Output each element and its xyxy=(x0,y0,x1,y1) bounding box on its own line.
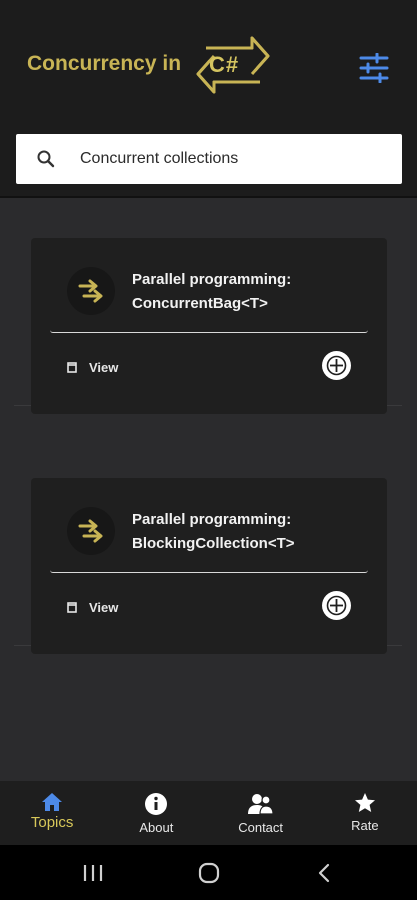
card-divider xyxy=(50,330,368,333)
add-button[interactable] xyxy=(322,591,351,620)
contact-icon xyxy=(247,794,274,815)
back-icon[interactable] xyxy=(317,863,331,883)
filter-settings-button[interactable] xyxy=(358,52,390,84)
topic-title: Parallel programming: ConcurrentBag<T> xyxy=(132,268,372,316)
nav-label-contact: Contact xyxy=(238,820,284,835)
app-header: Concurrency in C# xyxy=(0,0,417,198)
bottom-navigation: Topics About Contact Rate xyxy=(0,781,417,845)
app-title: Concurrency in xyxy=(27,52,182,75)
home-icon xyxy=(42,793,63,811)
info-icon xyxy=(145,793,168,815)
nav-item-rate[interactable]: Rate xyxy=(313,781,417,845)
nav-item-contact[interactable]: Contact xyxy=(209,781,313,845)
swap-arrows-icon xyxy=(78,519,103,543)
topic-title-line1: Parallel programming: xyxy=(132,511,292,528)
search-icon xyxy=(37,150,55,168)
nav-label-about: About xyxy=(139,820,174,835)
plus-circle-icon xyxy=(326,355,347,376)
document-icon xyxy=(67,361,77,373)
card-divider xyxy=(50,570,368,573)
star-icon xyxy=(354,793,375,812)
add-button[interactable] xyxy=(322,351,351,380)
home-circle-icon[interactable] xyxy=(198,862,220,884)
topic-icon-badge xyxy=(67,267,115,315)
topic-title: Parallel programming: BlockingCollection… xyxy=(132,508,372,556)
view-label: View xyxy=(89,359,119,375)
topic-card[interactable]: Parallel programming: ConcurrentBag<T> V… xyxy=(31,238,387,414)
search-input[interactable] xyxy=(80,134,390,184)
nav-item-topics[interactable]: Topics xyxy=(0,781,104,845)
topic-section: Parallel programming: ConcurrentBag<T> V… xyxy=(14,202,402,414)
system-navigation-bar xyxy=(0,845,417,900)
nav-label-rate: Rate xyxy=(351,818,379,833)
view-button[interactable]: View xyxy=(67,357,118,377)
topic-icon-badge xyxy=(67,507,115,555)
topic-section: Parallel programming: BlockingCollection… xyxy=(14,442,402,654)
topic-title-line2: ConcurrentBag<T> xyxy=(132,295,268,312)
sliders-icon xyxy=(359,52,389,84)
search-bar[interactable] xyxy=(16,134,402,184)
topic-title-line2: BlockingCollection<T> xyxy=(132,535,295,552)
swap-arrows-icon xyxy=(78,279,103,303)
plus-circle-icon xyxy=(326,595,347,616)
topic-title-line1: Parallel programming: xyxy=(132,271,292,288)
topic-card[interactable]: Parallel programming: BlockingCollection… xyxy=(31,478,387,654)
logo-text: C# xyxy=(209,52,240,77)
document-icon xyxy=(67,601,77,613)
nav-label-topics: Topics xyxy=(30,814,74,831)
view-button[interactable]: View xyxy=(67,597,118,617)
view-label: View xyxy=(89,599,119,615)
nav-item-about[interactable]: About xyxy=(104,781,208,845)
recents-icon[interactable] xyxy=(82,864,104,882)
